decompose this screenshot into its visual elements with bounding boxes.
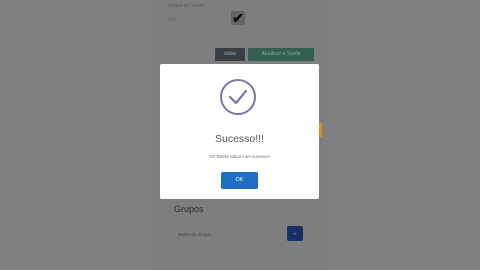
dialog-title: Sucesso!!! [214,133,265,145]
right-letterbox [322,0,480,270]
left-letterbox [0,0,158,270]
dialog-message: Ol! Tarefa Salva com sucesso! [209,154,270,159]
check-circle-icon [220,79,256,115]
ok-button[interactable]: OK [221,172,258,189]
success-dialog: Sucesso!!! Ol! Tarefa Salva com sucesso!… [160,64,319,199]
